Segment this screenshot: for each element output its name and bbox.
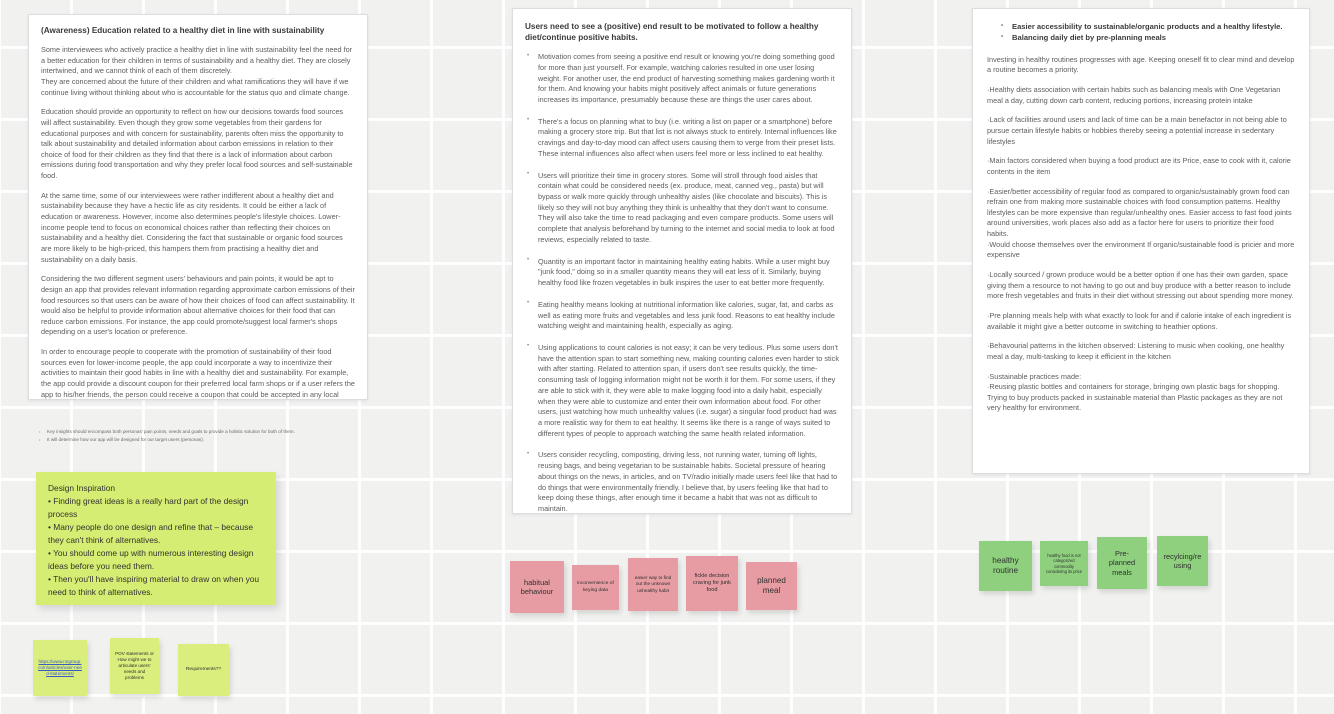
sticky-note-pov-statements[interactable]: POV statements or How might we to articu… — [110, 638, 159, 694]
card-awareness-paragraph: At the same time, some of our interviewe… — [41, 190, 343, 264]
list-item: Eating healthy means looking at nutritio… — [525, 299, 839, 332]
card-insights-paragraph: Investing in healthy routines progresses… — [987, 54, 1295, 75]
card-insights-lead-bullet-list: Easier accessibility to sustainable/orga… — [987, 20, 1295, 44]
card-insights-paragraph: ·Lack of facilities around users and lac… — [987, 115, 1287, 146]
list-item: Key insights should encompass both perso… — [36, 427, 376, 436]
sticky-note-nngroup-link[interactable]: https://www.nngroup.com/articles/user-ne… — [33, 640, 87, 696]
list-item: Motivation comes from seeing a positive … — [525, 52, 839, 106]
list-item: There's a focus on planning what to buy … — [525, 116, 839, 160]
list-item: Easier accessibility to sustainable/orga… — [1001, 20, 1295, 32]
card-motivation-title: Users need to see a (positive) end resul… — [525, 22, 819, 43]
whiteboard-canvas[interactable]: { "canvas": { "background_color": "#f1f1… — [0, 0, 1334, 714]
card-awareness-paragraph: Considering the two different segment us… — [41, 274, 355, 337]
sticky-note-not-categorized[interactable]: healthy food is not categorized commodit… — [1040, 541, 1088, 586]
list-item: Using applications to count calories is … — [525, 342, 839, 439]
list-item: Users will prioritize their time in groc… — [525, 170, 839, 246]
list-item: It will determine how our app will be de… — [36, 436, 376, 444]
card-key-insights[interactable]: Easier accessibility to sustainable/orga… — [972, 8, 1310, 474]
sticky-note-habitual-behaviour[interactable]: habitual behaviour — [510, 561, 564, 613]
card-awareness-paragraph: In order to encourage people to cooperat… — [41, 347, 355, 399]
card-insights-paragraph: ·Easier/better accessibility of regular … — [987, 186, 1295, 260]
card-insights-paragraph: ·Main factors considered when buying a f… — [987, 156, 1291, 176]
card-awareness-title: (Awareness) Education related to a healt… — [41, 26, 325, 35]
sticky-note-planned-meal[interactable]: planned meal — [746, 562, 797, 610]
list-item: Balancing daily diet by pre-planning mea… — [1001, 32, 1295, 43]
card-insights-paragraph: ·Healthy diets association with certain … — [987, 85, 1281, 105]
key-insight-bullet-list: Key insights should encompass both perso… — [36, 427, 376, 444]
sticky-note-inconvenience-keying[interactable]: inconvenience of keying data — [572, 565, 619, 610]
sticky-note-fickle-junk-food[interactable]: fickle decision craving for junk food — [686, 556, 738, 611]
card-insights-paragraph: ·Locally sourced / grown produce would b… — [987, 270, 1294, 301]
card-awareness-paragraph: Education should provide an opportunity … — [41, 107, 353, 181]
card-awareness-education[interactable]: (Awareness) Education related to a healt… — [28, 14, 368, 400]
sticky-note-easier-way-unknown[interactable]: easier way to find out the unknown unhea… — [628, 558, 678, 611]
card-motivation-positive-end-result[interactable]: Users need to see a (positive) end resul… — [512, 8, 852, 514]
sticky-note-requirements[interactable]: Requirements?? — [178, 644, 229, 696]
key-insight-note: Key insights should encompass both perso… — [36, 427, 376, 444]
list-item: Quantity is an important factor in maint… — [525, 256, 839, 289]
sticky-note-recycling-reusing[interactable]: recylcing/reusing — [1157, 536, 1208, 586]
card-insights-paragraph: ·Pre planning meals help with what exact… — [987, 310, 1292, 331]
card-awareness-paragraph: Some interviewees who actively practice … — [41, 45, 353, 97]
sticky-note-healthy-routine[interactable]: healthy routine — [979, 541, 1032, 591]
card-motivation-bullet-list: Motivation comes from seeing a positive … — [525, 52, 839, 513]
sticky-note-pre-planned-meals[interactable]: Pre-planned meals — [1097, 537, 1147, 589]
sticky-note-design-inspiration[interactable]: Design Inspiration • Finding great ideas… — [36, 472, 276, 605]
card-insights-paragraph: ·Behavourial patterns in the kitchen obs… — [987, 341, 1285, 361]
card-insights-paragraph: ·Sustainable practices made: ·Reusing pl… — [987, 371, 1283, 413]
nngroup-article-link[interactable]: https://www.nngroup.com/articles/user-ne… — [38, 659, 82, 677]
list-item: Users consider recycling, composting, dr… — [525, 450, 839, 513]
